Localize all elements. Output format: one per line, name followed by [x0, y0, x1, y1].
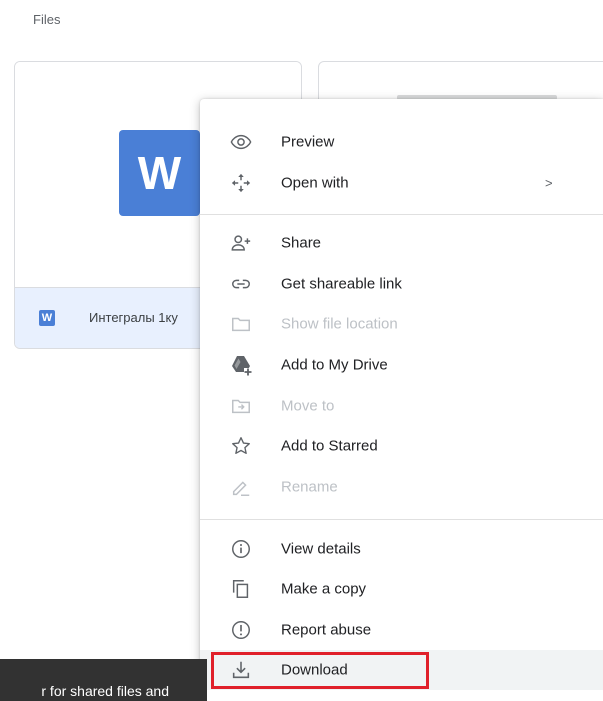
report-icon [229, 618, 253, 642]
menu-item-label: Preview [281, 133, 335, 151]
menu-item-label: Get shareable link [281, 275, 402, 293]
menu-item-show-file-location[interactable]: Show file location [200, 304, 603, 344]
menu-item-label: Report abuse [281, 621, 372, 639]
context-menu: Preview Open with > Share Get shareable … [200, 99, 603, 701]
file-name: Интегралы 1ку [89, 310, 178, 325]
section-title: Files [33, 12, 61, 27]
menu-item-label: Move to [281, 397, 335, 415]
menu-item-add-to-my-drive[interactable]: Add to My Drive [200, 345, 603, 385]
menu-divider [200, 214, 603, 215]
menu-item-label: Show file location [281, 315, 398, 333]
pencil-icon [229, 475, 253, 499]
word-doc-icon: W [119, 130, 200, 216]
download-highlight-annotation [211, 652, 429, 689]
menu-item-label: Add to Starred [281, 437, 378, 455]
menu-item-label: Rename [281, 478, 338, 496]
word-file-type-letter: W [41, 312, 53, 324]
menu-item-view-details[interactable]: View details [200, 529, 603, 569]
snackbar-text: r for shared files and [41, 683, 169, 699]
person-add-icon [229, 231, 253, 255]
word-file-type-icon: W [39, 310, 55, 326]
snackbar: r for shared files and [0, 659, 207, 701]
move-to-folder-icon [229, 394, 253, 418]
menu-item-open-with[interactable]: Open with > [200, 163, 603, 203]
menu-item-label: Share [281, 234, 322, 252]
word-doc-letter: W [137, 147, 182, 199]
menu-item-add-to-starred[interactable]: Add to Starred [200, 426, 603, 466]
copy-icon [229, 577, 253, 601]
menu-item-get-link[interactable]: Get shareable link [200, 264, 603, 304]
star-icon [229, 434, 253, 458]
menu-item-move-to[interactable]: Move to [200, 386, 603, 426]
eye-icon [229, 130, 253, 154]
menu-item-label: Make a copy [281, 580, 367, 598]
menu-divider [200, 519, 603, 520]
menu-item-label: Add to My Drive [281, 356, 388, 374]
menu-item-rename[interactable]: Rename [200, 467, 603, 507]
menu-item-label: Open with [281, 174, 349, 192]
menu-item-report-abuse[interactable]: Report abuse [200, 610, 603, 650]
link-icon [229, 272, 253, 296]
open-with-icon [229, 171, 253, 195]
menu-item-make-a-copy[interactable]: Make a copy [200, 569, 603, 609]
info-icon [229, 537, 253, 561]
menu-item-preview[interactable]: Preview [200, 122, 603, 162]
submenu-chevron-icon: > [545, 175, 553, 191]
drive-add-icon [229, 353, 253, 377]
menu-item-label: View details [281, 540, 361, 558]
folder-icon [229, 312, 253, 336]
menu-item-share[interactable]: Share [200, 223, 603, 263]
